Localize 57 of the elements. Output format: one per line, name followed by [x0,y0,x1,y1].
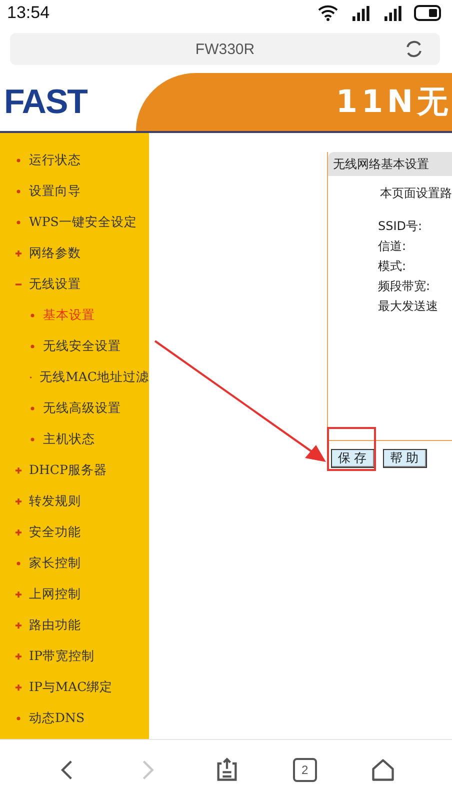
save-button[interactable]: 保存 [331,449,375,468]
signal-icon [382,6,402,20]
address-bar[interactable]: FW330R [10,33,440,65]
sidebar-item[interactable]: IP与MAC绑定 [29,679,113,696]
bullet-icon [29,436,36,443]
sidebar-item[interactable]: 家长控制 [29,555,81,572]
bullet-icon [29,343,36,350]
sidebar-item[interactable]: 无线安全设置 [43,338,121,355]
field-label: 模式: [378,258,408,275]
sidebar-item[interactable]: 无线高级设置 [43,400,121,417]
bullet-icon [15,157,22,164]
sidebar-item[interactable]: 无线MAC地址过滤 [40,369,149,386]
sidebar-item[interactable]: IP带宽控制 [29,648,94,665]
clock-time: 13:54 [7,3,50,23]
fast-logo: FAST [3,82,88,122]
sidebar-item[interactable]: 运行状态 [29,152,81,169]
reload-icon[interactable] [404,39,424,59]
sidebar-item[interactable]: 主机状态 [43,431,95,448]
bullet-icon [29,405,36,412]
field-label: 频段带宽: [378,278,432,295]
bullet-icon [29,312,36,319]
sidebar-item[interactable]: 动态DNS [29,710,85,727]
sidebar-item[interactable]: 上网控制 [29,586,81,603]
sidebar-item[interactable]: DHCP服务器 [29,462,107,479]
field-label: SSID号: [378,218,424,235]
plus-icon [15,467,22,474]
minus-icon [15,281,22,288]
sidebar-item[interactable]: 无线设置 [29,276,81,293]
plus-icon [15,529,22,536]
plus-icon [15,591,22,598]
sidebar-item[interactable]: 网络参数 [29,245,81,262]
sidebar-item[interactable]: 安全功能 [29,524,81,541]
field-label: 信道: [378,238,408,255]
page-title: FW330R [195,40,255,58]
plus-icon [15,250,22,257]
help-button[interactable]: 帮助 [383,449,427,468]
sidebar-item[interactable]: 路由功能 [29,617,81,634]
battery-icon [414,5,442,21]
bullet-icon [15,715,22,722]
bullet-icon [15,188,22,195]
plus-icon [15,498,22,505]
sidebar-item[interactable]: WPS一键安全设定 [29,214,137,231]
plus-icon [15,622,22,629]
tab-count-button[interactable]: 2 [292,758,317,782]
signal-icon [350,6,370,20]
bullet-icon [15,219,22,226]
sidebar-item[interactable]: 转发规则 [29,493,81,510]
banner-title: 11N无 [136,73,452,131]
description-text: 本页面设置路 [380,185,452,202]
plus-icon [15,684,22,691]
wifi-icon [318,5,338,21]
panel-title: 无线网络基本设置 [328,152,452,176]
bullet-icon [15,560,22,567]
field-label: 最大发送速 [378,298,439,315]
sidebar-item[interactable]: 设置向导 [29,183,81,200]
plus-icon [15,653,22,660]
home-icon[interactable] [370,757,396,783]
